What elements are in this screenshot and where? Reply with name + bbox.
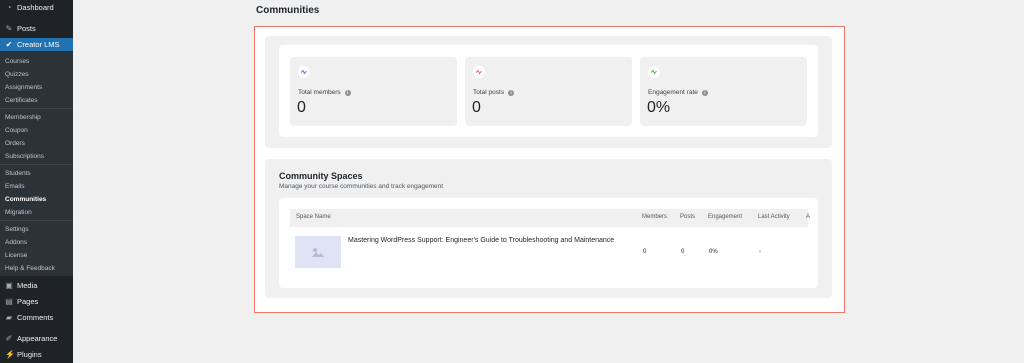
sidebar-item-appearance[interactable]: ✐ Appearance — [0, 332, 73, 345]
submenu-label: Communities — [5, 196, 47, 203]
column-header-posts[interactable]: Posts — [680, 214, 695, 220]
media-icon: ▣ — [5, 280, 13, 290]
section-subtitle: Manage your course communities and track… — [279, 183, 444, 190]
sidebar-item-label: Plugins — [17, 350, 42, 359]
submenu-label: Migration — [5, 209, 32, 216]
submenu-label: Certificates — [5, 97, 38, 104]
stat-card-engagement-rate: Engagement rate i 0% — [640, 57, 807, 126]
stat-label-text: Engagement rate — [648, 89, 698, 96]
admin-sidebar: ◔ Dashboard ✎ Posts ✔ Creator LMS Course… — [0, 0, 73, 363]
info-icon[interactable]: i — [344, 89, 351, 96]
creator-lms-icon: ✔ — [5, 39, 13, 49]
sidebar-item-label: Posts — [17, 24, 36, 33]
submenu-label: License — [5, 252, 28, 259]
submenu-item-license[interactable]: License — [0, 250, 73, 261]
submenu-label: Help & Feedback — [5, 265, 55, 272]
sidebar-item-label: Pages — [17, 297, 39, 306]
sidebar-item-plugins[interactable]: ⚡ Plugins — [0, 348, 73, 361]
image-placeholder-icon — [312, 247, 324, 257]
submenu-item-settings[interactable]: Settings — [0, 224, 73, 235]
section-title: Community Spaces — [279, 171, 363, 181]
submenu-divider — [0, 108, 73, 109]
plugins-icon: ⚡ — [5, 349, 15, 359]
stat-value: 0 — [472, 99, 481, 116]
submenu-item-coupon[interactable]: Coupon — [0, 125, 73, 136]
submenu-item-quizzes[interactable]: Quizzes — [0, 69, 73, 80]
stat-card-total-posts: Total posts i 0 — [465, 57, 632, 126]
sidebar-item-dashboard[interactable]: ◔ Dashboard — [0, 1, 73, 14]
stat-label-text: Total posts — [473, 89, 505, 96]
submenu-label: Membership — [5, 114, 41, 121]
pin-icon: ✎ — [5, 23, 13, 33]
dashboard-icon: ◔ — [6, 2, 12, 12]
sidebar-item-pages[interactable]: ▤ Pages — [0, 295, 73, 308]
submenu-item-emails[interactable]: Emails — [0, 181, 73, 192]
submenu-item-courses[interactable]: Courses — [0, 56, 73, 67]
column-header-members[interactable]: Members — [642, 214, 667, 220]
submenu-label: Students — [5, 170, 31, 177]
submenu-label: Coupon — [5, 127, 28, 134]
sidebar-item-label: Comments — [17, 313, 54, 322]
stat-label: Total posts i — [473, 89, 515, 96]
submenu-label: Emails — [5, 183, 25, 190]
comments-icon: ▰ — [5, 312, 13, 322]
sidebar-item-label: Appearance — [17, 334, 58, 343]
column-header-space-name[interactable]: Space Name — [296, 214, 331, 220]
stat-label: Total members i — [298, 89, 351, 96]
column-header-last-activity[interactable]: Last Activity — [758, 214, 790, 220]
page-title: Communities — [256, 5, 320, 16]
stat-card-total-members: Total members i 0 — [290, 57, 457, 126]
submenu-item-migration[interactable]: Migration — [0, 207, 73, 218]
submenu-label: Orders — [5, 140, 25, 147]
sidebar-item-media[interactable]: ▣ Media — [0, 279, 73, 292]
submenu-label: Quizzes — [5, 71, 29, 78]
submenu-item-orders[interactable]: Orders — [0, 138, 73, 149]
submenu-label: Settings — [5, 226, 29, 233]
space-name-link[interactable]: Mastering WordPress Support: Engineer's … — [348, 237, 614, 244]
space-thumbnail[interactable] — [295, 236, 341, 268]
submenu-item-help-feedback[interactable]: Help & Feedback — [0, 263, 73, 274]
submenu-item-communities[interactable]: Communities — [0, 194, 73, 205]
space-posts: 0 — [681, 249, 685, 255]
stat-value: 0% — [647, 99, 671, 116]
stat-value: 0 — [297, 99, 306, 116]
sidebar-item-label: Creator LMS — [17, 40, 60, 49]
submenu-item-addons[interactable]: Addons — [0, 237, 73, 248]
space-engagement: 0% — [709, 249, 718, 255]
submenu-item-students[interactable]: Students — [0, 168, 73, 179]
sidebar-item-comments[interactable]: ▰ Comments — [0, 311, 73, 324]
sidebar-item-label: Media — [17, 281, 38, 290]
info-icon[interactable]: i — [701, 89, 708, 96]
stat-label-text: Total members — [298, 89, 341, 96]
stat-label: Engagement rate i — [648, 89, 708, 96]
submenu-item-membership[interactable]: Membership — [0, 112, 73, 123]
activity-icon — [648, 66, 660, 78]
submenu-item-subscriptions[interactable]: Subscriptions — [0, 151, 73, 162]
submenu-label: Courses — [5, 58, 30, 65]
sidebar-item-label: Dashboard — [17, 3, 54, 12]
submenu-label: Addons — [5, 239, 28, 246]
submenu-item-certificates[interactable]: Certificates — [0, 95, 73, 106]
column-header-engagement[interactable]: Engagement — [708, 214, 742, 220]
submenu-label: Assignments — [5, 84, 43, 91]
sidebar-item-posts[interactable]: ✎ Posts — [0, 22, 73, 35]
info-icon[interactable]: i — [508, 89, 515, 96]
submenu-divider — [0, 164, 73, 165]
pages-icon: ▤ — [5, 296, 13, 306]
column-header-actions[interactable]: A — [806, 214, 810, 220]
activity-icon — [298, 66, 310, 78]
space-members: 0 — [643, 249, 647, 255]
space-last-activity: - — [759, 249, 761, 255]
submenu-label: Subscriptions — [5, 153, 45, 160]
activity-icon — [473, 66, 485, 78]
sidebar-item-creator-lms[interactable]: ✔ Creator LMS — [0, 38, 73, 51]
submenu-divider — [0, 220, 73, 221]
submenu-item-assignments[interactable]: Assignments — [0, 82, 73, 93]
appearance-icon: ✐ — [5, 333, 13, 343]
